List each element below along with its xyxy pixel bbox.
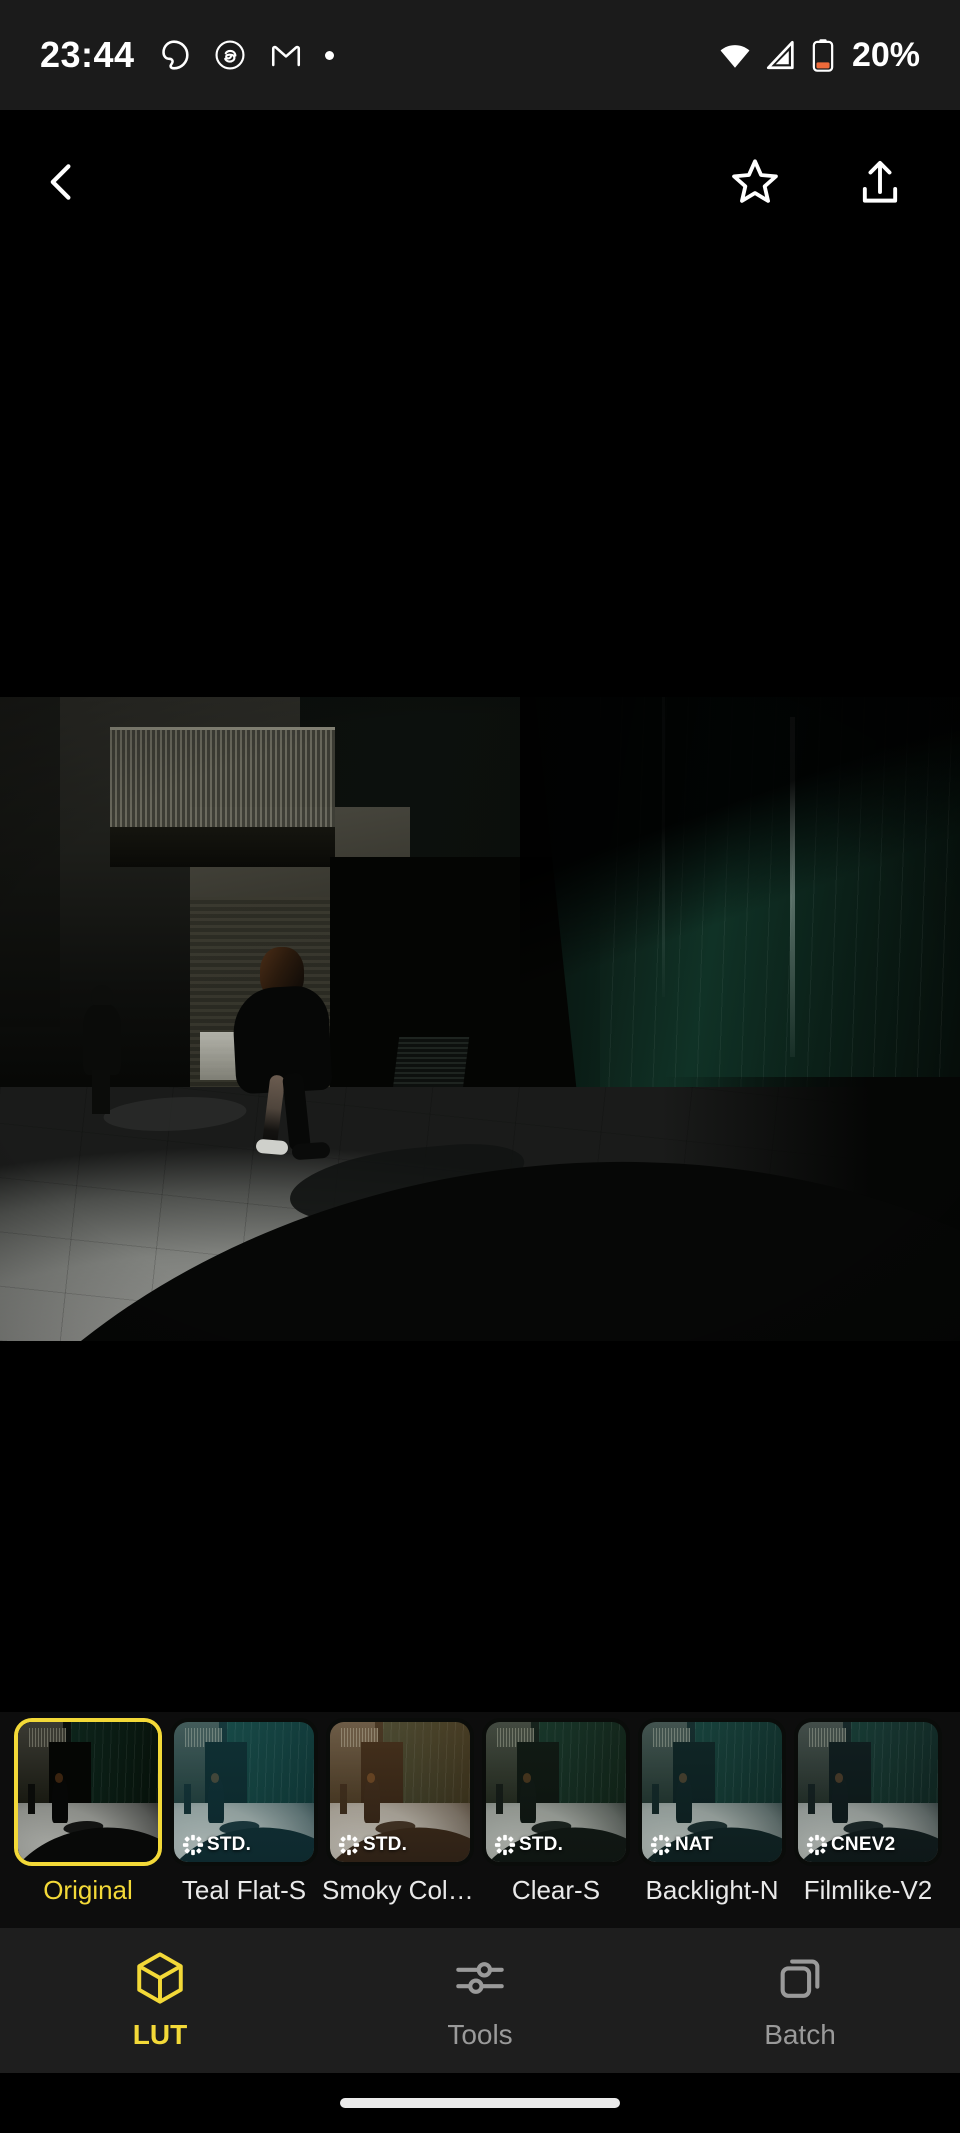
sunburst-badge-icon	[650, 1834, 672, 1856]
app-screen: 23:44 20% Original STD. Teal Flat-S STD.…	[0, 0, 960, 2133]
status-bar-right: 20%	[718, 36, 920, 75]
preview-photo[interactable]	[0, 697, 960, 1341]
sliders-icon	[456, 1961, 504, 1994]
lut-badge-label: STD.	[363, 1834, 408, 1855]
chevron-left-icon	[50, 164, 71, 200]
nav-tab-tools[interactable]: Tools	[320, 1951, 640, 2051]
sunburst-badge-icon	[182, 1834, 204, 1856]
battery-icon	[812, 39, 834, 72]
lut-thumbnail[interactable]: NAT	[638, 1718, 786, 1866]
lut-preset-label: Filmlike-V2	[803, 1875, 933, 1905]
nav-tab-lut[interactable]: LUT	[0, 1951, 320, 2051]
top-toolbar	[0, 110, 960, 255]
lut-preset-original[interactable]: Original	[10, 1718, 166, 1906]
share-upload-icon	[862, 160, 898, 203]
sunburst-badge-icon	[338, 1834, 360, 1856]
cube-icon	[137, 1951, 183, 2004]
lut-preset-backlight-n[interactable]: NAT Backlight-N	[634, 1718, 790, 1906]
sunburst-badge-icon	[806, 1834, 828, 1856]
nav-tab-batch[interactable]: Batch	[640, 1951, 960, 2051]
nav-tab-label: Tools	[447, 2018, 513, 2050]
lut-badge: CNEV2	[806, 1834, 895, 1856]
lut-preset-label: Clear-S	[511, 1875, 601, 1905]
lut-preset-label: Original	[43, 1875, 133, 1905]
ring-icon	[161, 40, 189, 70]
bottom-navigation: LUT Tools Batch	[0, 1928, 960, 2073]
lut-thumbnail[interactable]	[14, 1718, 162, 1866]
star-outline-icon	[732, 159, 778, 203]
lut-badge: NAT	[650, 1834, 713, 1856]
sunburst-badge-icon	[494, 1834, 516, 1856]
lut-thumbnail[interactable]: CNEV2	[794, 1718, 942, 1866]
lut-badge-label: NAT	[675, 1834, 714, 1855]
gmail-icon	[271, 45, 300, 67]
dot-icon	[324, 50, 334, 60]
lut-badge: STD.	[182, 1834, 251, 1856]
favorite-button[interactable]	[715, 142, 795, 222]
status-bar-clock: 23:44	[40, 34, 135, 75]
lut-preset-label: Smoky Colo...	[322, 1875, 478, 1905]
wifi-icon	[720, 45, 750, 68]
battery-percent-label: 20%	[851, 35, 920, 74]
lut-badge: STD.	[494, 1834, 563, 1856]
photo-canvas[interactable]	[0, 255, 960, 1712]
lut-preset-label: Teal Flat-S	[181, 1875, 307, 1905]
status-bar: 23:44 20%	[0, 0, 960, 110]
status-bar-left: 23:44	[40, 34, 334, 76]
nav-tab-label: Batch	[764, 2018, 836, 2050]
lut-badge-label: STD.	[519, 1834, 564, 1855]
home-indicator-area	[0, 2073, 960, 2133]
stacked-cards-icon	[780, 1958, 820, 1998]
lut-preset-filmlike-v2[interactable]: CNEV2 Filmlike-V2	[790, 1718, 946, 1906]
lut-thumbnail[interactable]: STD.	[482, 1718, 630, 1866]
lut-preset-label: Backlight-N	[645, 1875, 779, 1905]
threads-icon	[215, 40, 245, 70]
photo-vignette	[0, 697, 960, 1341]
lut-thumbnail[interactable]: STD.	[170, 1718, 318, 1866]
home-indicator[interactable]	[340, 2098, 620, 2108]
share-button[interactable]	[840, 142, 920, 222]
lut-thumbnail[interactable]: STD.	[326, 1718, 474, 1866]
cellular-signal-icon	[766, 40, 794, 70]
lut-preset-clear-s[interactable]: STD. Clear-S	[478, 1718, 634, 1906]
lut-preset-smoky-color[interactable]: STD. Smoky Colo...	[322, 1718, 478, 1906]
nav-tab-label: LUT	[132, 2018, 188, 2050]
lut-badge: STD.	[338, 1834, 407, 1856]
back-button[interactable]	[22, 142, 102, 222]
lut-badge-label: STD.	[207, 1834, 252, 1855]
lut-preset-teal-flat-s[interactable]: STD. Teal Flat-S	[166, 1718, 322, 1906]
lut-badge-label: CNEV2	[831, 1834, 896, 1855]
lut-preset-strip[interactable]: Original STD. Teal Flat-S STD. Smoky Col…	[0, 1712, 960, 1928]
